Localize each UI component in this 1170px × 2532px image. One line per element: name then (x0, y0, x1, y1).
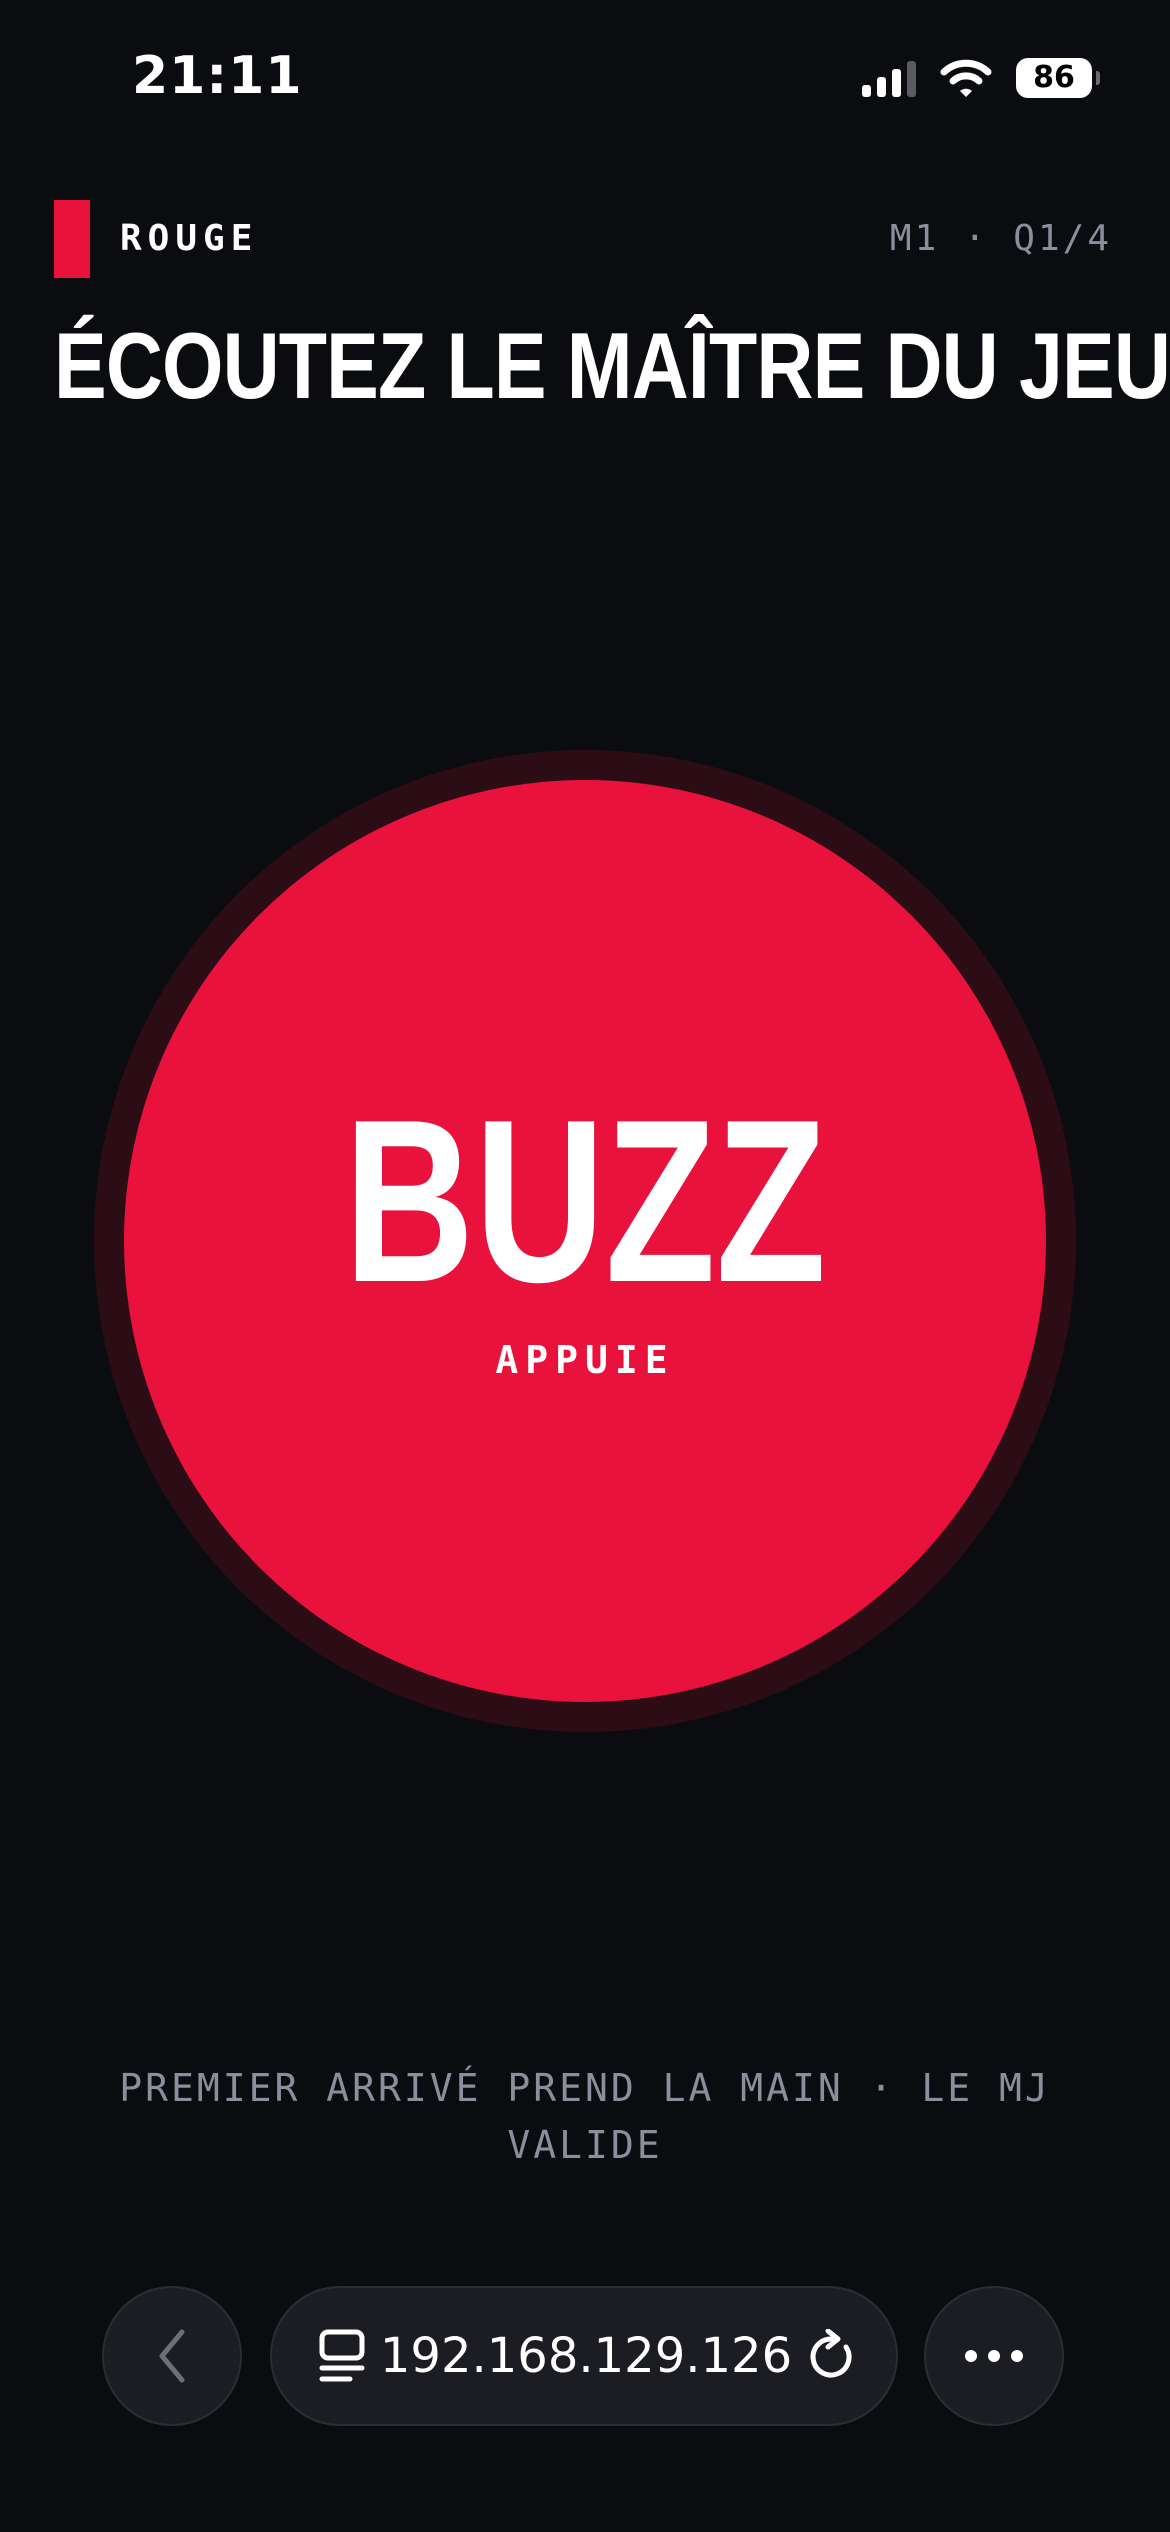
more-dots-icon (964, 2349, 1024, 2363)
address-bar[interactable]: 192.168.129.126 (270, 2286, 898, 2426)
browser-more-button[interactable] (924, 2286, 1064, 2426)
round-info: M1 · Q1/4 (889, 218, 1112, 259)
reload-icon[interactable] (806, 2329, 856, 2383)
buzz-label: BUZZ (343, 1072, 827, 1331)
back-chevron-icon (152, 2326, 192, 2386)
browser-back-button[interactable] (102, 2286, 242, 2426)
page-title: ÉCOUTEZ LE MAÎTRE DU JEU (54, 313, 1170, 418)
status-icons: 86 (862, 56, 1100, 100)
wifi-icon (940, 58, 992, 98)
buzz-sublabel: APPUIE (495, 1338, 675, 1382)
cellular-signal-icon (862, 59, 916, 97)
team-color-marker (54, 200, 90, 278)
rules-hint: PREMIER ARRIVÉ PREND LA MAIN · LE MJ VAL… (119, 2066, 1051, 2167)
battery-icon: 86 (1016, 58, 1100, 98)
tabs-icon[interactable] (318, 2328, 366, 2384)
team-name: ROUGE (120, 218, 259, 259)
status-time: 21:11 (132, 46, 303, 106)
url-text[interactable]: 192.168.129.126 (366, 2328, 806, 2384)
